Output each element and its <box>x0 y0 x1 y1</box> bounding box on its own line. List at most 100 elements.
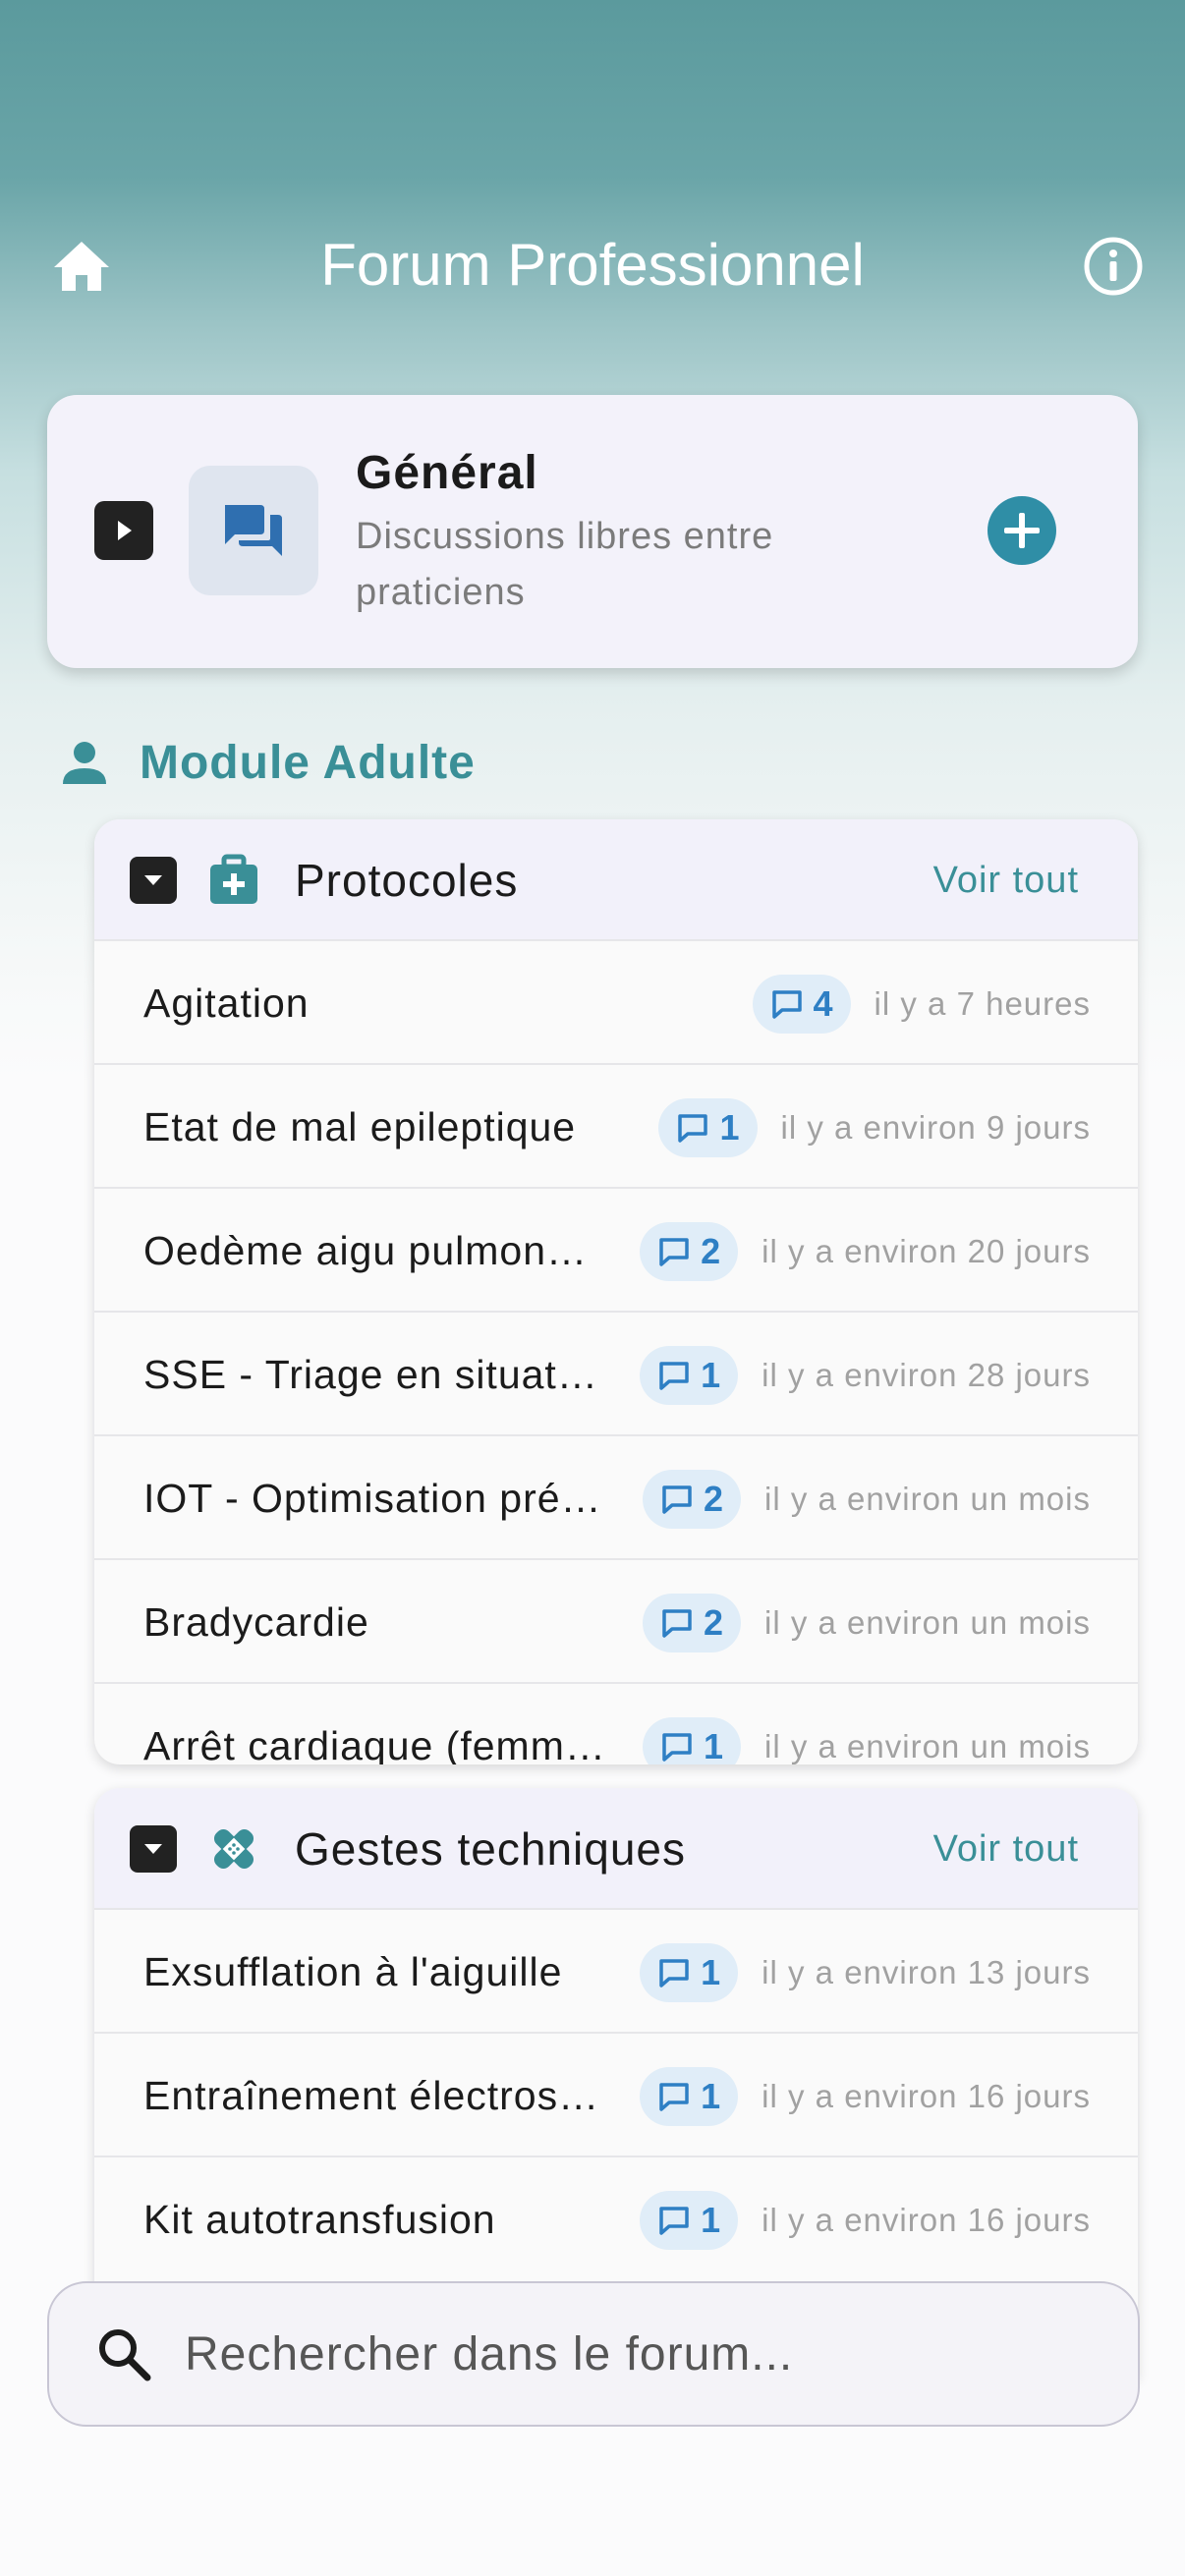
reply-count-badge: 1 <box>640 2191 739 2250</box>
topic-title: Kit autotransfusion <box>143 2197 496 2242</box>
topic-row[interactable]: Entraînement électrosystolique 1 il y a en… <box>94 2032 1138 2156</box>
forum-icon-box <box>189 466 318 595</box>
see-all-link[interactable]: Voir tout <box>933 1825 1079 1873</box>
topic-meta: 2 il y a environ 20 jours <box>640 1222 1091 1281</box>
reply-count: 1 <box>719 1107 740 1148</box>
search-placeholder: Rechercher dans le forum... <box>185 2327 794 2380</box>
bandage-icon <box>206 1821 261 1876</box>
home-button[interactable] <box>47 232 116 301</box>
info-button[interactable] <box>1079 232 1148 301</box>
topic-meta: 1 il y a environ un mois <box>642 1717 1091 1764</box>
topic-time: il y a environ un mois <box>764 1604 1091 1641</box>
comment-icon <box>662 1733 692 1762</box>
search-input[interactable]: Rechercher dans le forum... <box>47 2281 1140 2427</box>
reply-count: 2 <box>703 1602 724 1643</box>
comment-icon <box>659 2207 689 2235</box>
topic-title: Entraînement électrosystolique <box>143 2073 605 2118</box>
module-title: Module Adulte <box>140 736 476 789</box>
topic-row[interactable]: Bradycardie 2 il y a environ un mois <box>94 1558 1138 1682</box>
comment-icon <box>662 1609 692 1638</box>
medical-bag-icon <box>206 853 261 908</box>
topic-meta: 2 il y a environ un mois <box>642 1470 1091 1529</box>
topic-title: Bradycardie <box>143 1599 369 1645</box>
topic-time: il y a environ un mois <box>764 1481 1091 1517</box>
reply-count-badge: 2 <box>642 1594 742 1652</box>
comment-icon <box>659 1362 689 1390</box>
comment-icon <box>659 1238 689 1266</box>
reply-count: 1 <box>701 2200 721 2240</box>
expand-toggle[interactable] <box>94 501 153 560</box>
topic-row[interactable]: Kit autotransfusion 1 il y a environ 16 jo… <box>94 2156 1138 2279</box>
reply-count: 4 <box>813 983 833 1024</box>
collapse-toggle[interactable] <box>130 1825 177 1873</box>
topic-meta: 4 il y a 7 heures <box>752 975 1091 1034</box>
topic-time: il y a environ 13 jours <box>762 1954 1091 1990</box>
reply-count: 1 <box>703 1726 724 1764</box>
general-forum-card[interactable]: Général Discussions libres entre pratici… <box>47 395 1138 668</box>
category-header: Gestes techniques Voir tout <box>94 1788 1138 1908</box>
topic-time: il y a environ 16 jours <box>762 2202 1091 2238</box>
topic-meta: 1 il y a environ 13 jours <box>640 1943 1091 2002</box>
topic-row[interactable]: Oedème aigu pulmonaire 2 il y a environ 20… <box>94 1187 1138 1311</box>
comment-icon <box>662 1485 692 1514</box>
collapse-toggle[interactable] <box>130 857 177 904</box>
home-icon <box>54 242 109 291</box>
comment-icon <box>659 2083 689 2111</box>
topic-row[interactable]: Arrêt cardiaque (femme enceinte) 1 il y a … <box>94 1682 1138 1764</box>
comment-icon <box>659 1959 689 1988</box>
reply-count: 1 <box>701 1952 721 1992</box>
see-all-link[interactable]: Voir tout <box>933 857 1079 904</box>
topic-meta: 1 il y a environ 28 jours <box>640 1346 1091 1405</box>
comment-icon <box>678 1114 708 1143</box>
topic-meta: 1 il y a environ 9 jours <box>658 1098 1091 1157</box>
reply-count-badge: 1 <box>640 2067 739 2126</box>
reply-count-badge: 1 <box>640 1943 739 2002</box>
reply-count: 1 <box>701 1355 721 1395</box>
reply-count-badge: 2 <box>642 1470 742 1529</box>
topic-time: il y a 7 heures <box>874 985 1091 1022</box>
comment-icon <box>771 990 802 1019</box>
topic-time: il y a environ un mois <box>764 1728 1091 1764</box>
reply-count: 1 <box>701 2076 721 2116</box>
category-title: Gestes techniques <box>295 1823 687 1875</box>
topic-row[interactable]: IOT - Optimisation pré-oxygénation 2 il y … <box>94 1434 1138 1558</box>
topic-title: Arrêt cardiaque (femme enceinte) <box>143 1723 605 1764</box>
add-circle-icon[interactable] <box>987 495 1057 566</box>
topic-meta: 1 il y a environ 16 jours <box>640 2067 1091 2126</box>
topic-title: Exsufflation à l'aiguille <box>143 1949 563 1994</box>
arrow-drop-down-icon <box>144 875 162 885</box>
topic-title: Oedème aigu pulmonaire <box>143 1228 605 1273</box>
forum-icon <box>225 505 282 556</box>
play-arrow-icon <box>118 521 132 540</box>
general-title: Général <box>356 447 538 499</box>
topic-row[interactable]: Agitation 4 il y a 7 heures <box>94 939 1138 1063</box>
topic-list: Exsufflation à l'aiguille 1 il y a environ… <box>94 1908 1138 2279</box>
reply-count-badge: 4 <box>752 975 851 1034</box>
topic-title: Etat de mal epileptique <box>143 1104 577 1149</box>
topic-time: il y a environ 28 jours <box>762 1357 1091 1393</box>
topic-time: il y a environ 9 jours <box>780 1109 1091 1146</box>
page-title: Forum Professionnel <box>320 232 865 298</box>
reply-count-badge: 1 <box>640 1346 739 1405</box>
topic-time: il y a environ 16 jours <box>762 2078 1091 2114</box>
search-icon <box>92 2323 155 2385</box>
module-heading: Module Adulte <box>59 727 476 798</box>
topic-row[interactable]: Exsufflation à l'aiguille 1 il y a environ… <box>94 1908 1138 2032</box>
topic-meta: 1 il y a environ 16 jours <box>640 2191 1091 2250</box>
reply-count-badge: 1 <box>642 1717 742 1764</box>
topic-meta: 2 il y a environ un mois <box>642 1594 1091 1652</box>
reply-count: 2 <box>703 1479 724 1519</box>
general-description: Discussions libres entre praticiens <box>356 516 774 613</box>
topic-title: IOT - Optimisation pré-oxygénation <box>143 1476 605 1521</box>
topic-row[interactable]: SSE - Triage en situation 1 il y a environ… <box>94 1311 1138 1434</box>
topic-title: SSE - Triage en situation <box>143 1352 605 1397</box>
category-title: Protocoles <box>295 855 519 906</box>
person-icon <box>63 742 106 784</box>
topic-time: il y a environ 20 jours <box>762 1233 1091 1269</box>
reply-count-badge: 2 <box>640 1222 739 1281</box>
info-icon <box>1084 237 1143 296</box>
reply-count: 2 <box>701 1231 721 1271</box>
topic-title: Agitation <box>143 980 310 1026</box>
topic-row[interactable]: Etat de mal epileptique 1 il y a environ 9… <box>94 1063 1138 1187</box>
topic-list: Agitation 4 il y a 7 heures Etat de mal epi… <box>94 939 1138 1764</box>
